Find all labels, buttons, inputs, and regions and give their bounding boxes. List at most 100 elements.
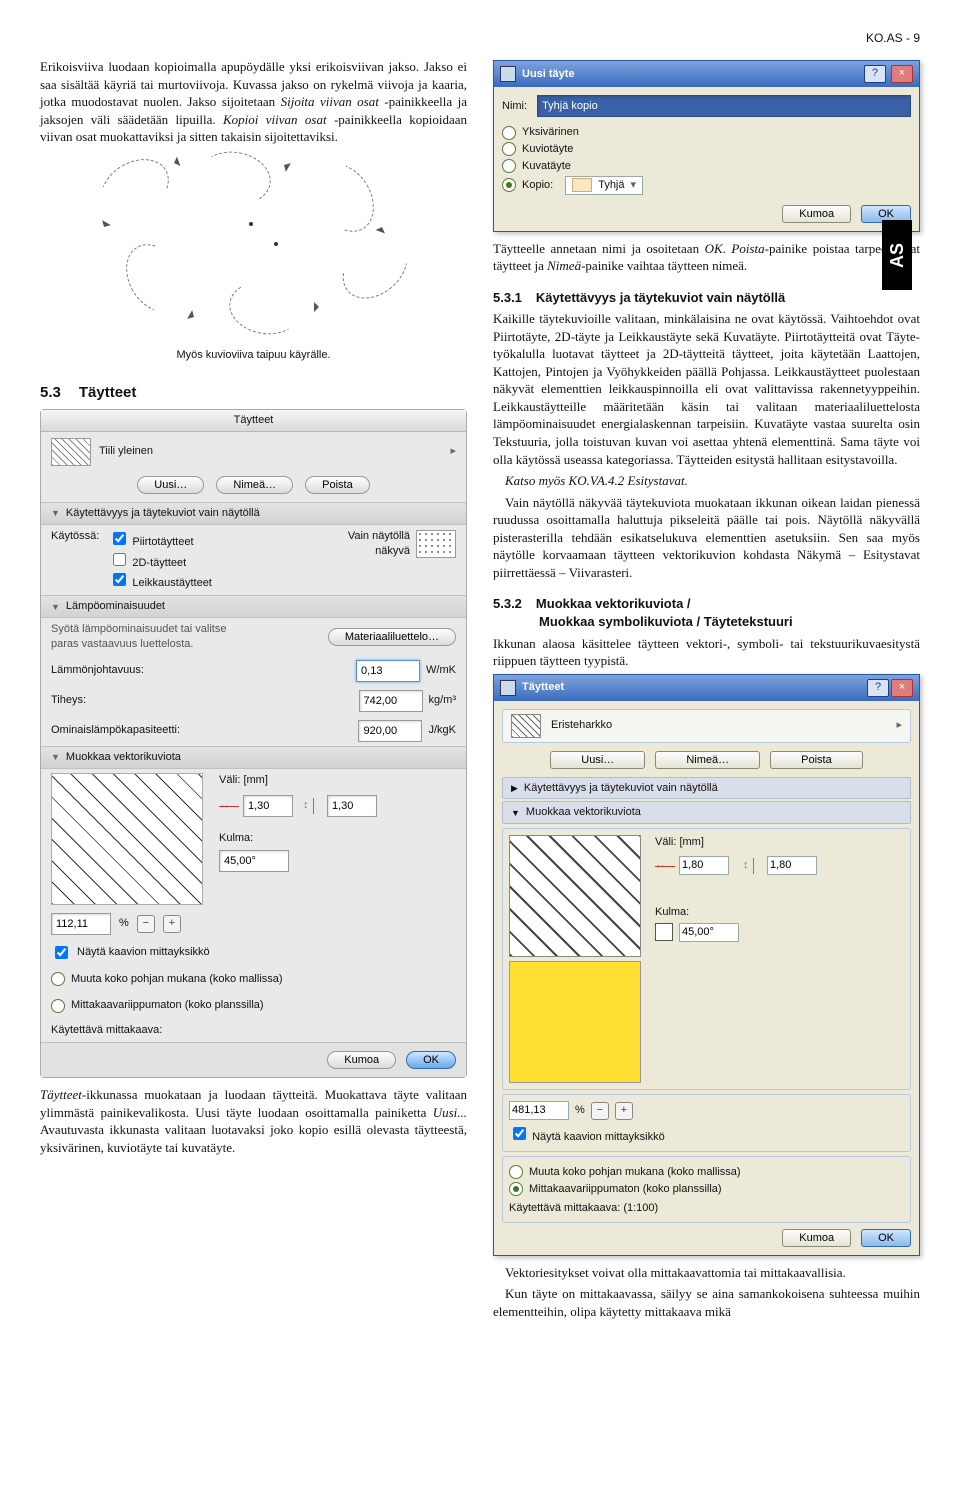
scale-model-radio[interactable]: Muuta koko pohjan mukana (koko mallissa) (509, 1165, 904, 1180)
used-scale-label: Käytettävä mittakaava: (1:100) (509, 1201, 904, 1216)
hatch-preview (509, 835, 641, 957)
new-fill-button[interactable]: Uusi… (137, 476, 204, 494)
angle-label: Kulma: (219, 831, 456, 846)
solid-color-radio[interactable]: Yksivärinen (502, 125, 911, 140)
chevron-down-icon: ▼ (511, 807, 520, 819)
intro-paragraph: Erikoisviiva luodaan kopioimalla apupöyd… (40, 58, 467, 146)
draw-fill-checkbox[interactable] (113, 532, 126, 545)
used-in-label: Käytössä: (51, 529, 99, 592)
rename-fill-button[interactable]: Nimeä… (216, 476, 293, 494)
edit-vector-section-header[interactable]: ▼ Muokkaa vektorikuviota (41, 746, 466, 769)
angle-input[interactable] (219, 850, 289, 872)
scale-model-radio[interactable] (51, 972, 65, 986)
cancel-button[interactable]: Kumoa (327, 1051, 396, 1069)
spacing-label: Väli: [mm] (655, 835, 904, 850)
close-icon[interactable]: × (891, 679, 913, 697)
name-label: Nimi: (502, 99, 527, 114)
scale-input[interactable] (509, 1101, 569, 1120)
new-fill-dialog-win: Uusi täyte ? × Nimi: Yksivärinen Kuviotä… (493, 60, 920, 231)
hatch-preview (51, 773, 203, 905)
copy-of-radio[interactable]: Kopio: Tyhjä ▾ (502, 176, 911, 195)
solid-color-preview (509, 961, 641, 1083)
disclosure-triangle-icon: ▼ (51, 507, 60, 519)
conductivity-input[interactable] (356, 660, 420, 682)
app-icon (500, 66, 516, 82)
copy-of-value: Tyhjä (598, 178, 624, 193)
used-scale-label: Käytettävä mittakaava: (51, 1023, 162, 1038)
right-p3: Vain näytöllä näkyvää täytekuviota muoka… (493, 494, 920, 582)
footer-right-p2: Kun täyte on mittakaavassa, säilyy se ai… (493, 1285, 920, 1320)
show-scale-unit-checkbox[interactable] (55, 946, 68, 959)
ok-button[interactable]: OK (406, 1051, 456, 1069)
page-header: KO.AS - 9 (40, 30, 920, 46)
availability-section-header[interactable]: ▼ Käytettävyys ja täytekuviot vain näytö… (41, 502, 466, 525)
right-p2: Kaikille täytekuvioille valitaan, minkäl… (493, 310, 920, 468)
zoom-in-icon[interactable]: + (163, 915, 181, 933)
scale-input[interactable] (51, 913, 111, 935)
show-scale-unit-checkbox[interactable] (513, 1127, 526, 1140)
screen-only-pattern-swatch[interactable] (416, 530, 456, 558)
material-list-button[interactable]: Materiaaliluettelo… (328, 628, 456, 646)
chevron-right-icon[interactable]: ▸ (450, 444, 456, 459)
fills-win-title: Täytteet (522, 680, 564, 695)
2d-fill-checkbox[interactable] (113, 553, 126, 566)
density-input[interactable] (359, 690, 423, 712)
cancel-button[interactable]: Kumoa (782, 1229, 851, 1247)
subsection-5-3-2-heading: 5.3.2Muokkaa vektorikuviota / Muokkaa sy… (493, 595, 920, 630)
heat-capacity-label: Ominaislämpökapasiteetti: (51, 723, 180, 738)
angle-input[interactable] (679, 923, 739, 942)
fills-footer-paragraph: Täytteet-ikkunassa muokataan ja luodaan … (40, 1086, 467, 1156)
h-spacing-input[interactable] (679, 856, 729, 875)
edit-vector-section-header[interactable]: ▼Muokkaa vektorikuviota (502, 801, 911, 824)
new-fill-cancel-button[interactable]: Kumoa (782, 205, 851, 223)
scale-plan-radio[interactable] (51, 999, 65, 1013)
scale-plan-radio[interactable]: Mittakaavariippumaton (koko planssilla) (509, 1182, 904, 1197)
current-fill-name: Tiili yleinen (99, 444, 153, 459)
vertical-spacing-icon: ↕ (743, 858, 763, 874)
current-fill-name: Eristeharkko (551, 718, 612, 733)
ok-button[interactable]: OK (861, 1229, 911, 1247)
help-icon[interactable]: ? (864, 65, 886, 83)
figure-caption: Myös kuvioviiva taipuu käyrälle. (40, 348, 467, 363)
zoom-out-icon[interactable]: − (137, 915, 155, 933)
availability-section-header[interactable]: ▶Käytettävyys ja täytekuviot vain näytöl… (502, 777, 911, 800)
help-icon[interactable]: ? (867, 679, 889, 697)
v-spacing-input[interactable] (327, 795, 377, 817)
vertical-spacing-icon: ↕ (303, 798, 323, 814)
thermal-section-header[interactable]: ▼ Lämpöominaisuudet (41, 595, 466, 618)
new-fill-button[interactable]: Uusi… (550, 751, 645, 769)
image-fill-radio[interactable]: Kuvatäyte (502, 159, 911, 174)
conductivity-label: Lämmönjohtavuus: (51, 663, 144, 678)
window-controls: ? × (862, 65, 913, 83)
right-p1: Täytteelle annetaan nimi ja osoitetaan O… (493, 240, 920, 275)
chevron-right-icon[interactable]: ▸ (896, 718, 902, 733)
chevron-down-icon[interactable]: ▾ (631, 178, 637, 193)
hatch-swatch-icon (51, 438, 91, 466)
spacing-label: Väli: [mm] (219, 773, 456, 788)
new-fill-name-input[interactable] (537, 95, 911, 117)
cut-fill-checkbox[interactable] (113, 573, 126, 586)
fills-dialog-mac: Täytteet Tiili yleinen ▸ Uusi… Nimeä… Po… (40, 409, 467, 1078)
fills-dialog-title: Täytteet (41, 410, 466, 432)
chevron-right-icon: ▶ (511, 782, 518, 794)
curve-arrows-figure (79, 152, 429, 342)
app-icon (500, 680, 516, 696)
chapter-tab-badge: AS (882, 220, 912, 290)
delete-fill-button[interactable]: Poista (770, 751, 863, 769)
thermal-hint-text: Syötä lämpöominaisuudet tai valitse para… (51, 622, 251, 652)
pattern-fill-radio[interactable]: Kuviotäyte (502, 142, 911, 157)
fills-dialog-win: Täytteet ?× Eristeharkko ▸ Uusi… Nimeä… … (493, 674, 920, 1256)
h-spacing-input[interactable] (243, 795, 293, 817)
hatch-swatch-icon (511, 714, 541, 738)
delete-fill-button[interactable]: Poista (305, 476, 370, 494)
angle-icon (655, 923, 673, 941)
heat-capacity-input[interactable] (358, 720, 422, 742)
section-5-3-heading: 5.3Täytteet (40, 383, 467, 403)
zoom-in-icon[interactable]: + (615, 1102, 633, 1120)
close-icon[interactable]: × (891, 65, 913, 83)
v-spacing-input[interactable] (767, 856, 817, 875)
rename-fill-button[interactable]: Nimeä… (655, 751, 760, 769)
zoom-out-icon[interactable]: − (591, 1102, 609, 1120)
horizontal-spacing-icon: ↔ (219, 798, 239, 814)
angle-label: Kulma: (655, 905, 904, 920)
